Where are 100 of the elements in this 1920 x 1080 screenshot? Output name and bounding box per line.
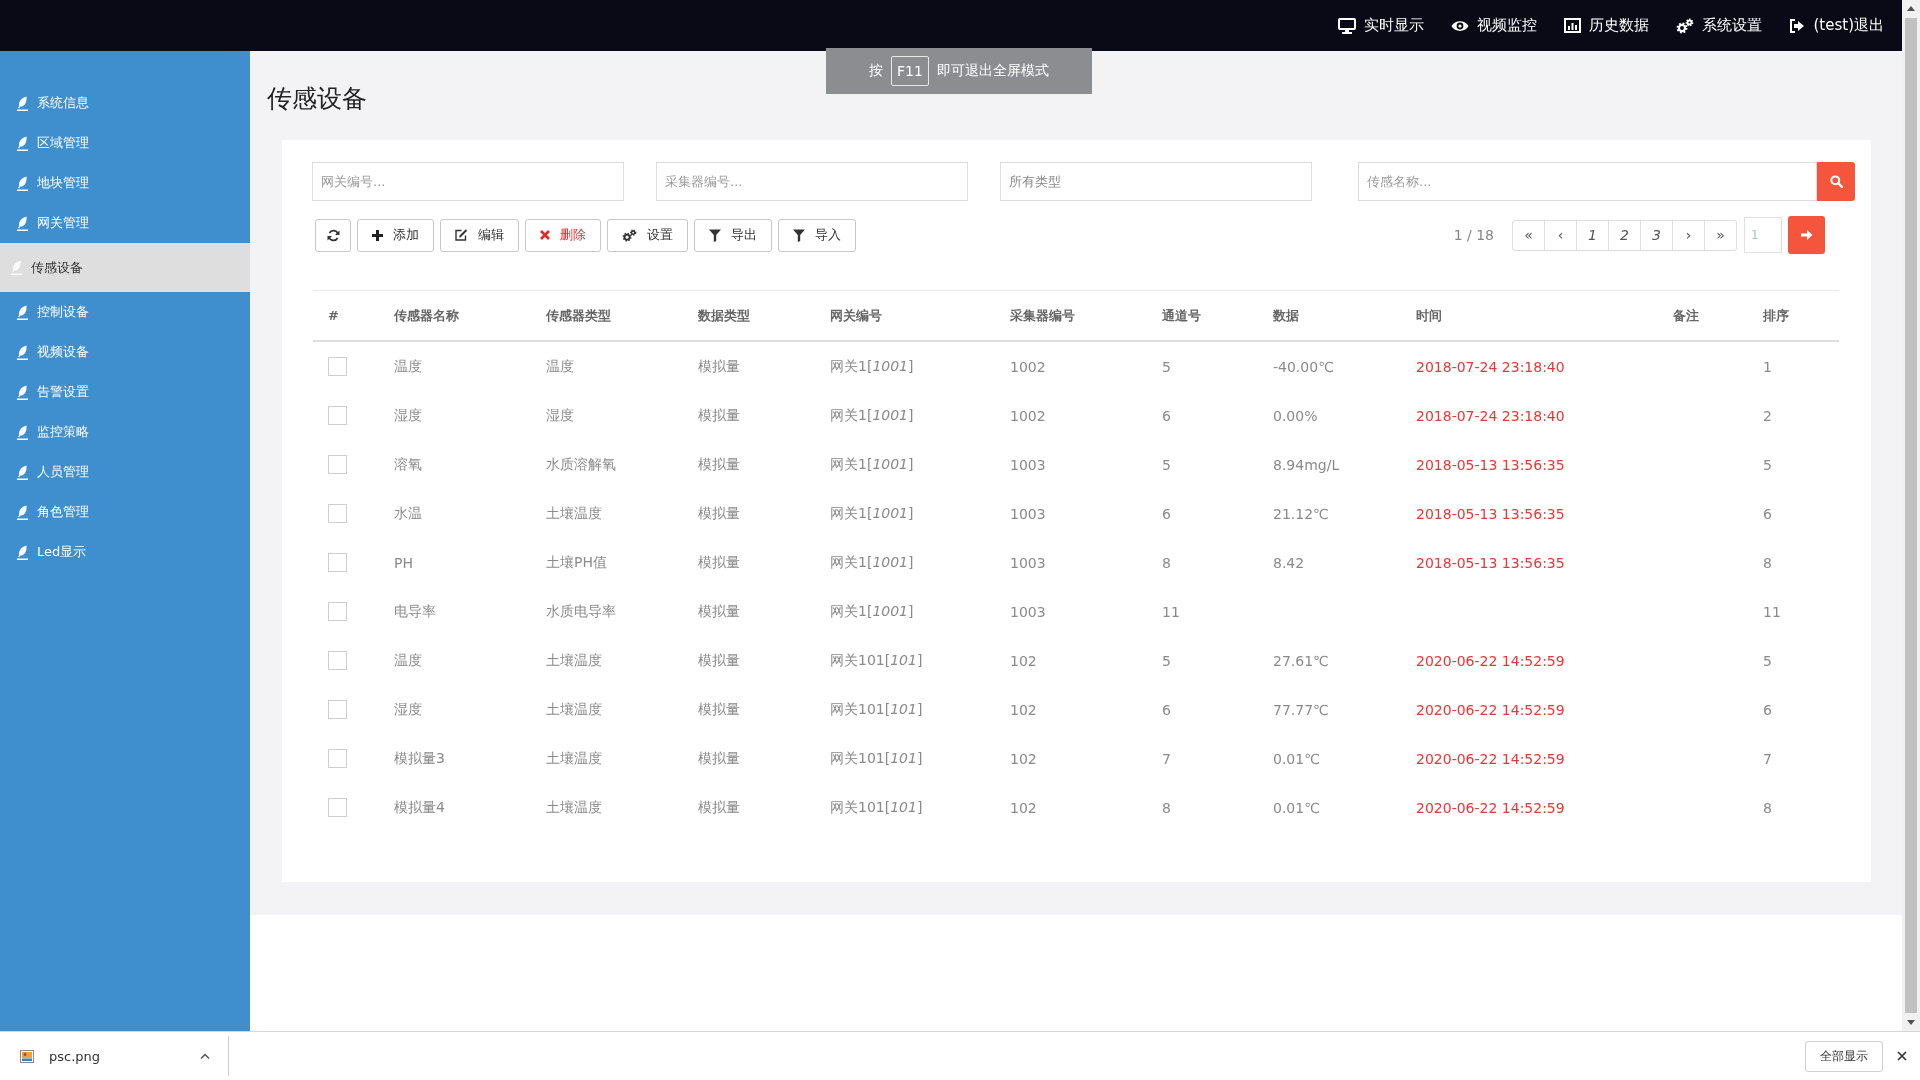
table-cell: 水质电导率: [546, 602, 616, 619]
import-button[interactable]: 导入: [778, 218, 856, 252]
row-checkbox[interactable]: [328, 357, 347, 376]
row-checkbox[interactable]: [328, 553, 347, 572]
table-cell: 7: [1763, 750, 1772, 767]
table-cell: 2018-05-13 13:56:35: [1416, 456, 1565, 473]
nav-link[interactable]: 系统设置: [1676, 16, 1763, 35]
sign-out-icon: [1789, 18, 1806, 33]
delete-button[interactable]: 删除: [525, 218, 601, 252]
table-cell: 网关1[1001]: [830, 553, 914, 570]
table-cell: 5: [1763, 456, 1772, 473]
row-checkbox[interactable]: [328, 602, 347, 621]
chevron-up-icon[interactable]: [200, 1053, 210, 1059]
row-checkbox[interactable]: [328, 651, 347, 670]
table-cell: 8.94mg/L: [1273, 456, 1340, 473]
page-input[interactable]: 1: [1744, 217, 1782, 253]
pagination-button[interactable]: 3: [1640, 219, 1673, 251]
hint-text: 即可退出全屏模式: [936, 62, 1049, 80]
table-cell: 土壤温度: [546, 798, 602, 815]
table-cell: 温度: [546, 357, 574, 374]
column-header: 传感器类型: [531, 290, 683, 341]
show-all-button[interactable]: 全部显示: [1805, 1040, 1883, 1072]
edit-button[interactable]: 编辑: [440, 218, 519, 252]
table-cell: 湿度: [394, 700, 422, 717]
table-cell: 21.12℃: [1273, 505, 1329, 522]
scrollbar-thumb[interactable]: [1905, 18, 1917, 1013]
search-button[interactable]: [1817, 162, 1855, 201]
table-cell: 11: [1162, 603, 1180, 620]
pagination-button[interactable]: ‹: [1544, 219, 1577, 251]
table-cell: 模拟量: [698, 798, 740, 815]
leaf-icon: [17, 215, 28, 231]
close-icon[interactable]: [1897, 1051, 1907, 1061]
pagination-button[interactable]: ›: [1672, 219, 1705, 251]
row-checkbox[interactable]: [328, 504, 347, 523]
nav-link[interactable]: 实时显示: [1338, 16, 1425, 35]
table-cell: 网关1[1001]: [830, 455, 914, 472]
table-cell: 温度: [394, 651, 422, 668]
table-cell: 0.01℃: [1273, 750, 1320, 767]
table-cell: 网关101[101]: [830, 700, 923, 717]
filter-field[interactable]: 采集器编号...: [656, 162, 968, 201]
table-cell: 0.01℃: [1273, 799, 1320, 816]
table-cell: 模拟量: [698, 504, 740, 521]
table-cell: 102: [1010, 750, 1037, 767]
gears-icon: [1676, 17, 1695, 34]
row-checkbox[interactable]: [328, 749, 347, 768]
table-cell: 5: [1162, 456, 1171, 473]
refresh-icon: [326, 228, 340, 242]
leaf-icon: [11, 260, 22, 275]
filter-field[interactable]: 网关编号...: [312, 162, 624, 201]
pagination-button[interactable]: 1: [1576, 219, 1609, 251]
export-button[interactable]: 导出: [694, 218, 772, 252]
pagination-button[interactable]: «: [1512, 219, 1545, 251]
table-cell: 6: [1162, 701, 1171, 718]
refresh-button[interactable]: [315, 218, 351, 252]
table-cell: 土壤温度: [546, 749, 602, 766]
table-cell: 102: [1010, 701, 1037, 718]
file-name[interactable]: psc.png: [49, 1048, 200, 1064]
table-cell: 模拟量: [698, 700, 740, 717]
row-checkbox[interactable]: [328, 455, 347, 474]
scrollbar[interactable]: [1902, 0, 1920, 1031]
go-button[interactable]: [1788, 216, 1825, 254]
table-cell: 1003: [1010, 554, 1046, 571]
nav-link[interactable]: 历史数据: [1564, 16, 1650, 35]
table-cell: 2020-06-22 14:52:59: [1416, 799, 1565, 816]
table-cell: 2018-05-13 13:56:35: [1416, 505, 1565, 522]
table-cell: 11: [1763, 603, 1781, 620]
leaf-icon: [17, 135, 28, 151]
sidebar-item[interactable]: 传感设备: [0, 243, 250, 292]
type-select[interactable]: 所有类型: [1000, 162, 1312, 201]
column-header: 数据类型: [683, 290, 815, 341]
settings-button[interactable]: 设置: [607, 218, 688, 252]
row-checkbox[interactable]: [328, 798, 347, 817]
table-cell: 模拟量4: [394, 798, 445, 815]
pagination-button[interactable]: 2: [1608, 219, 1641, 251]
row-checkbox[interactable]: [328, 700, 347, 719]
page-count: 1 / 18: [1453, 227, 1494, 243]
table-cell: 8: [1763, 799, 1772, 816]
table-cell: 2020-06-22 14:52:59: [1416, 750, 1565, 767]
table-cell: PH: [394, 554, 413, 571]
column-header: 排序: [1748, 290, 1839, 341]
arrow-up-icon[interactable]: [1907, 6, 1915, 11]
table-cell: 6: [1763, 505, 1772, 522]
add-button[interactable]: 添加: [357, 218, 434, 252]
pagination-button[interactable]: »: [1704, 219, 1737, 251]
funnel-icon: [793, 228, 805, 242]
table-cell: 8: [1162, 799, 1171, 816]
nav-link[interactable]: 视频监控: [1451, 16, 1538, 35]
table-cell: 1003: [1010, 456, 1046, 473]
leaf-icon: [17, 464, 28, 480]
arrow-down-icon[interactable]: [1907, 1020, 1915, 1025]
table-cell: 水温: [394, 504, 422, 521]
column-header: 通道号: [1147, 290, 1258, 341]
eye-icon: [1451, 19, 1470, 32]
table-cell: 土壤温度: [546, 700, 602, 717]
row-checkbox[interactable]: [328, 406, 347, 425]
search-field[interactable]: 传感名称...: [1358, 162, 1817, 201]
nav-link[interactable]: (test)退出: [1789, 16, 1884, 35]
leaf-icon: [17, 544, 28, 560]
table-cell: 网关1[1001]: [830, 406, 914, 423]
table-cell: 0.00%: [1273, 407, 1318, 424]
